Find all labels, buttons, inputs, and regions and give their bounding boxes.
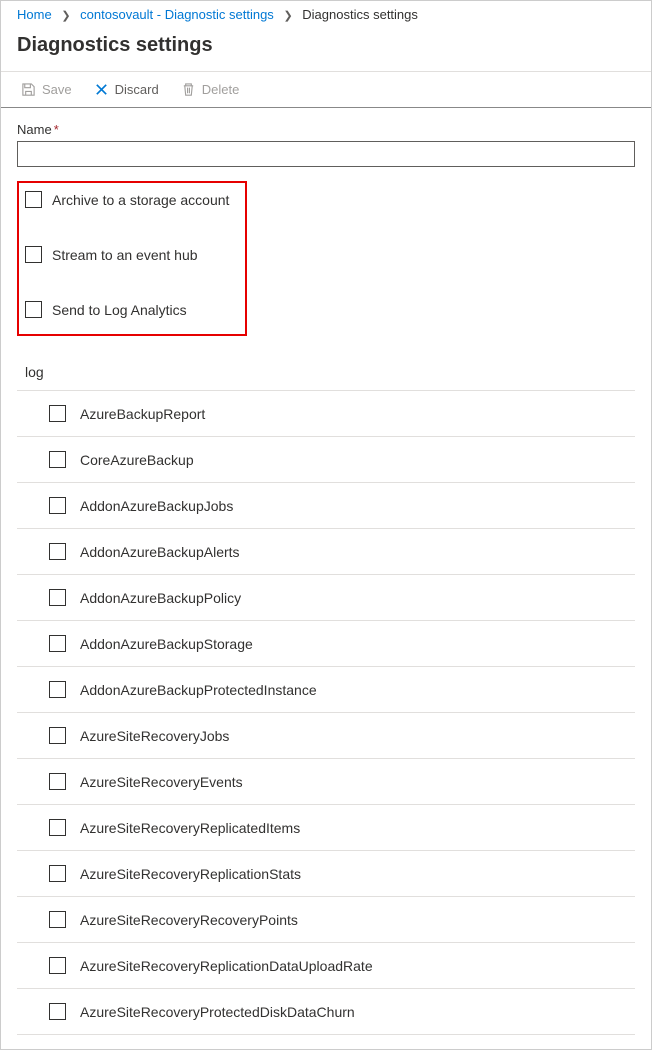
log-label: AddonAzureBackupAlerts	[80, 544, 240, 560]
log-label: AzureSiteRecoveryReplicatedItems	[80, 820, 300, 836]
checkbox[interactable]	[49, 957, 66, 974]
log-label: AzureSiteRecoveryReplicationStats	[80, 866, 301, 882]
breadcrumb-vault[interactable]: contosovault - Diagnostic settings	[80, 7, 274, 22]
checkbox[interactable]	[25, 301, 42, 318]
checkbox[interactable]	[49, 497, 66, 514]
log-row[interactable]: AzureSiteRecoveryProtectedDiskDataChurn	[17, 989, 635, 1035]
breadcrumb-home[interactable]: Home	[17, 7, 52, 22]
log-label: AddonAzureBackupJobs	[80, 498, 233, 514]
checkbox[interactable]	[49, 727, 66, 744]
chevron-right-icon: ❯	[61, 10, 70, 22]
checkbox[interactable]	[49, 1003, 66, 1020]
toolbar: Save Discard Delete	[1, 71, 651, 108]
trash-icon	[181, 82, 196, 97]
checkbox[interactable]	[25, 191, 42, 208]
log-row[interactable]: AddonAzureBackupJobs	[17, 483, 635, 529]
discard-label: Discard	[115, 82, 159, 97]
delete-label: Delete	[202, 82, 240, 97]
log-row[interactable]: AddonAzureBackupAlerts	[17, 529, 635, 575]
save-button[interactable]: Save	[17, 80, 76, 99]
log-section-label: log	[25, 364, 635, 380]
log-row[interactable]: AddonAzureBackupStorage	[17, 621, 635, 667]
log-row[interactable]: AddonAzureBackupProtectedInstance	[17, 667, 635, 713]
log-label: AzureSiteRecoveryJobs	[80, 728, 229, 744]
log-label: AddonAzureBackupPolicy	[80, 590, 241, 606]
log-row[interactable]: CoreAzureBackup	[17, 437, 635, 483]
checkbox[interactable]	[49, 451, 66, 468]
log-row[interactable]: AzureSiteRecoveryReplicationDataUploadRa…	[17, 943, 635, 989]
log-label: AzureSiteRecoveryReplicationDataUploadRa…	[80, 958, 373, 974]
destination-option[interactable]: Stream to an event hub	[25, 236, 239, 273]
log-label: AzureSiteRecoveryProtectedDiskDataChurn	[80, 1004, 355, 1020]
destination-label: Send to Log Analytics	[52, 302, 187, 318]
checkbox[interactable]	[49, 911, 66, 928]
destination-label: Stream to an event hub	[52, 247, 198, 263]
discard-button[interactable]: Discard	[90, 80, 163, 99]
form-area: Name* Archive to a storage account Stream…	[1, 108, 651, 1049]
log-row[interactable]: AzureSiteRecoveryReplicationStats	[17, 851, 635, 897]
checkbox[interactable]	[49, 405, 66, 422]
log-row[interactable]: AzureBackupReport	[17, 390, 635, 437]
log-label: AddonAzureBackupProtectedInstance	[80, 682, 317, 698]
log-row[interactable]: AzureSiteRecoveryReplicatedItems	[17, 805, 635, 851]
name-input[interactable]	[17, 141, 635, 167]
checkbox[interactable]	[49, 865, 66, 882]
checkbox[interactable]	[49, 773, 66, 790]
close-icon	[94, 82, 109, 97]
log-row[interactable]: AzureSiteRecoveryRecoveryPoints	[17, 897, 635, 943]
breadcrumb-current: Diagnostics settings	[302, 7, 418, 22]
log-label: AzureBackupReport	[80, 406, 205, 422]
log-label: AzureSiteRecoveryEvents	[80, 774, 243, 790]
save-icon	[21, 82, 36, 97]
page-title: Diagnostics settings	[1, 28, 651, 71]
log-label: AddonAzureBackupStorage	[80, 636, 253, 652]
save-label: Save	[42, 82, 72, 97]
required-indicator: *	[54, 122, 59, 137]
log-row[interactable]: AzureSiteRecoveryEvents	[17, 759, 635, 805]
delete-button[interactable]: Delete	[177, 80, 244, 99]
checkbox[interactable]	[25, 246, 42, 263]
log-row[interactable]: AzureSiteRecoveryJobs	[17, 713, 635, 759]
checkbox[interactable]	[49, 819, 66, 836]
destination-option[interactable]: Archive to a storage account	[25, 191, 239, 218]
breadcrumb: Home ❯ contosovault - Diagnostic setting…	[1, 1, 651, 28]
checkbox[interactable]	[49, 543, 66, 560]
chevron-right-icon: ❯	[283, 10, 292, 22]
log-list: AzureBackupReport CoreAzureBackup AddonAzu…	[17, 390, 635, 1035]
name-label: Name*	[17, 122, 635, 137]
destinations-highlight-box: Archive to a storage account Stream to an…	[17, 181, 247, 336]
destination-option[interactable]: Send to Log Analytics	[25, 291, 239, 328]
log-row[interactable]: AddonAzureBackupPolicy	[17, 575, 635, 621]
checkbox[interactable]	[49, 589, 66, 606]
destination-label: Archive to a storage account	[52, 192, 229, 208]
log-label: AzureSiteRecoveryRecoveryPoints	[80, 912, 298, 928]
checkbox[interactable]	[49, 681, 66, 698]
log-label: CoreAzureBackup	[80, 452, 194, 468]
checkbox[interactable]	[49, 635, 66, 652]
